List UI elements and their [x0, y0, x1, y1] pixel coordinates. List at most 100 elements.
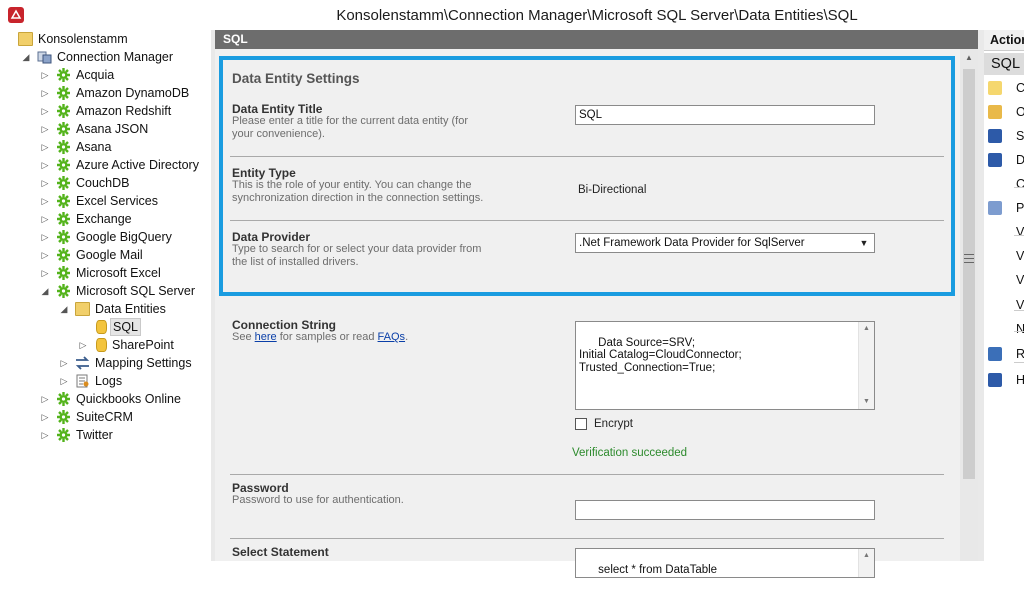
tree-item-label: Konsolenstamm: [38, 32, 128, 46]
expand-arrow-icon[interactable]: ▷: [40, 174, 50, 192]
action-label: D: [1016, 153, 1024, 167]
tree-item-label: Microsoft SQL Server: [76, 284, 196, 298]
grip-icon: [964, 254, 974, 263]
scrollbar-thumb[interactable]: [963, 69, 975, 479]
expand-arrow-icon[interactable]: ▷: [40, 264, 50, 282]
entity-type-label: Entity Type: [232, 166, 296, 180]
data-entity-settings-box: Data Entity Settings Data Entity Title P…: [219, 56, 955, 296]
tree-item-label: Excel Services: [76, 194, 158, 208]
title-description: Please enter a title for the current dat…: [232, 115, 469, 140]
expand-arrow-icon[interactable]: ▷: [40, 84, 50, 102]
expand-arrow-icon[interactable]: ▷: [40, 120, 50, 138]
connector-icon: [56, 392, 71, 406]
action-label: H: [1016, 373, 1024, 387]
here-link[interactable]: here: [255, 331, 277, 343]
action-label: Sa: [1016, 129, 1024, 143]
select-statement-textarea[interactable]: select * from DataTable ▲: [575, 548, 875, 578]
connection-desc-text: .: [405, 331, 409, 343]
verification-status: Verification succeeded: [572, 447, 688, 459]
action-separator: [1014, 310, 1024, 311]
chevron-down-icon[interactable]: ▼: [856, 234, 872, 252]
action-label: V: [1016, 273, 1024, 287]
tree-item-label: Connection Manager: [57, 50, 174, 64]
tree-item-label: Data Entities: [95, 302, 166, 316]
tree-item-label: Asana JSON: [76, 122, 149, 136]
expand-arrow-icon[interactable]: ▷: [40, 102, 50, 120]
tree-item-label: Microsoft Excel: [76, 266, 161, 280]
action-separator: [1014, 362, 1024, 363]
tree-item-label: Amazon Redshift: [76, 104, 172, 118]
divider: [230, 538, 944, 539]
collapse-arrow-icon[interactable]: ◢: [59, 300, 69, 318]
tree-item-label: Google BigQuery: [76, 230, 172, 244]
undo-icon: [988, 153, 1002, 167]
scroll-up-icon[interactable]: ▲: [960, 49, 978, 66]
save-icon: [988, 129, 1002, 143]
connection-manager-icon: [37, 50, 52, 64]
expand-arrow-icon[interactable]: ▷: [40, 408, 50, 426]
main-panel: SQL Data Entity Settings Data Entity Tit…: [215, 30, 978, 578]
panel-header: SQL: [215, 30, 978, 49]
connector-icon: [56, 284, 71, 298]
action-label: O: [1016, 105, 1024, 119]
action-label: R: [1016, 347, 1024, 361]
expand-arrow-icon[interactable]: ▷: [78, 336, 88, 354]
connector-icon: [56, 194, 71, 208]
scroll-down-icon[interactable]: ▼: [859, 395, 874, 409]
provider-select[interactable]: .Net Framework Data Provider for SqlServ…: [575, 233, 875, 253]
connection-string-textarea[interactable]: Data Source=SRV; Initial Catalog=CloudCo…: [575, 321, 875, 410]
expand-arrow-icon[interactable]: ▷: [40, 390, 50, 408]
window-title: Konsolenstamm\Connection Manager\Microso…: [336, 7, 858, 24]
scroll-up-icon[interactable]: ▲: [859, 322, 874, 336]
collapse-arrow-icon[interactable]: ◢: [21, 48, 31, 66]
expand-arrow-icon[interactable]: ▷: [40, 192, 50, 210]
tree-item-label: Twitter: [76, 428, 113, 442]
tree-item-label: Azure Active Directory: [76, 158, 199, 172]
password-description: Password to use for authentication.: [232, 494, 404, 506]
expand-arrow-icon[interactable]: ▷: [59, 354, 69, 372]
action-label: V: [1016, 249, 1024, 263]
title-bar: Konsolenstamm\Connection Manager\Microso…: [0, 0, 1024, 31]
tree-item-label: Amazon DynamoDB: [76, 86, 190, 100]
expand-arrow-icon[interactable]: ▷: [40, 66, 50, 84]
collapse-arrow-icon[interactable]: ◢: [40, 282, 50, 300]
expand-arrow-icon[interactable]: ▷: [40, 210, 50, 228]
expand-arrow-icon[interactable]: ▷: [59, 372, 69, 390]
title-input[interactable]: SQL: [575, 105, 875, 125]
expand-arrow-icon[interactable]: ▷: [40, 228, 50, 246]
textarea-scrollbar[interactable]: ▲: [858, 549, 874, 577]
settings-content: Data Entity Settings Data Entity Title P…: [215, 49, 960, 578]
textarea-scrollbar[interactable]: ▲ ▼: [858, 322, 874, 409]
faq-link[interactable]: FAQs: [378, 331, 406, 343]
tree-item-label: SuiteCRM: [76, 410, 133, 424]
tree-item-label: Mapping Settings: [95, 356, 192, 370]
connector-icon: [56, 248, 71, 262]
connection-label: Connection String: [232, 318, 336, 332]
connector-icon: [56, 122, 71, 136]
actions-pane: Action SQL COSaDCPVVVVNRH: [984, 30, 1024, 561]
connector-icon: [56, 410, 71, 424]
divider: [230, 220, 944, 221]
tree-item-label: Asana: [76, 140, 112, 154]
navigation-tree[interactable]: Konsolenstamm ◢ Connection Manager ▷ Acquia ▷…: [0, 30, 212, 561]
provider-description: Type to search for or select your data p…: [232, 243, 482, 268]
folder-icon: [18, 32, 33, 46]
expand-arrow-icon[interactable]: ▷: [40, 246, 50, 264]
expand-arrow-icon[interactable]: ▷: [40, 156, 50, 174]
new-icon: [988, 81, 1002, 95]
action-label: V: [1016, 225, 1024, 239]
help-icon: [988, 373, 1002, 387]
entity-type-description: This is the role of your entity. You can…: [232, 179, 484, 204]
expand-arrow-icon[interactable]: ▷: [40, 138, 50, 156]
actions-header: Action: [984, 30, 1024, 51]
refresh-icon: [988, 347, 1002, 361]
expand-arrow-icon[interactable]: ▷: [40, 426, 50, 444]
actions-section-title[interactable]: SQL: [984, 53, 1024, 75]
encrypt-checkbox[interactable]: [575, 418, 587, 430]
connector-icon: [56, 86, 71, 100]
connector-icon: [56, 158, 71, 172]
password-input[interactable]: [575, 500, 875, 520]
panel-scrollbar[interactable]: ▲: [960, 49, 978, 561]
tree-item-label: Logs: [95, 374, 123, 388]
tree-item-label: Exchange: [76, 212, 132, 226]
